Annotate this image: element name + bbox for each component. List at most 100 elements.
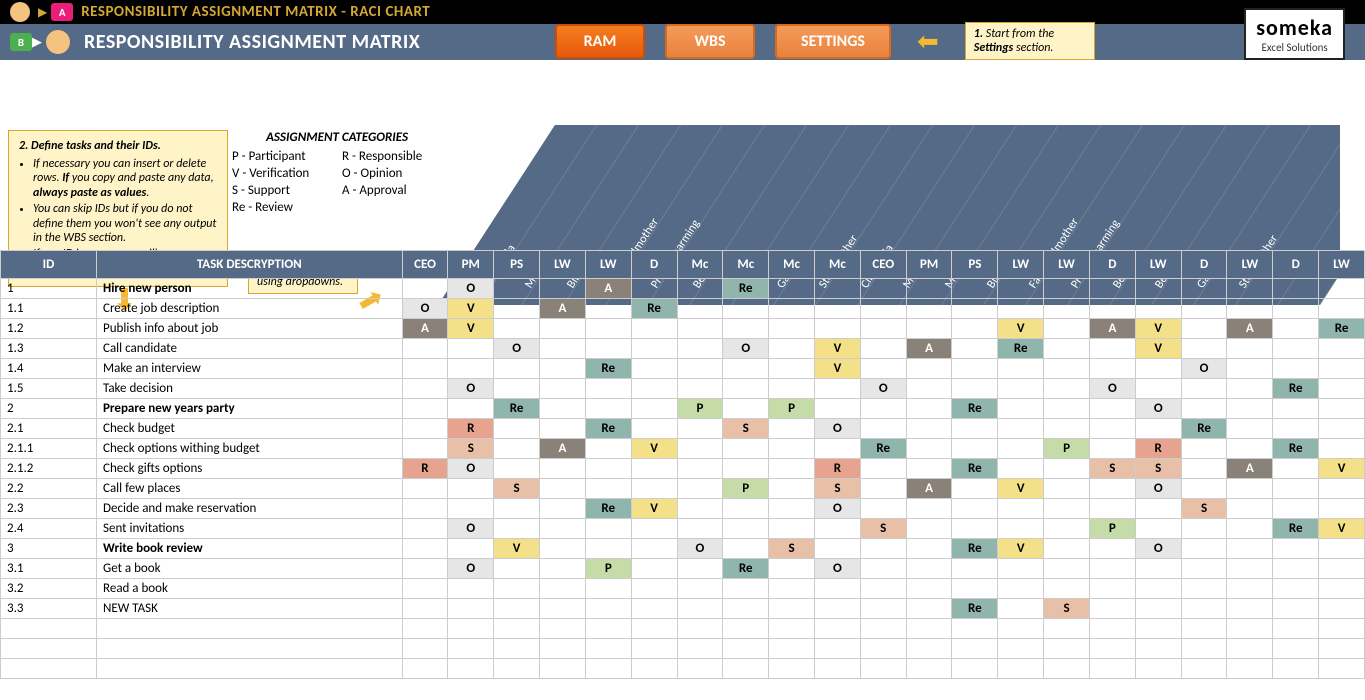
assignment-cell[interactable]: A	[540, 439, 586, 459]
assignment-cell[interactable]	[952, 519, 998, 539]
assignment-cell[interactable]: O	[402, 299, 448, 319]
assignment-cell[interactable]	[1089, 279, 1135, 299]
assignment-cell[interactable]	[631, 419, 677, 439]
assignment-cell[interactable]: Re	[1273, 439, 1319, 459]
assignment-cell[interactable]: O	[815, 419, 861, 439]
assignment-cell[interactable]	[677, 379, 723, 399]
assignment-cell[interactable]	[1273, 499, 1319, 519]
assignment-cell[interactable]	[677, 619, 723, 639]
id-cell[interactable]: 1	[1, 279, 97, 299]
assignment-cell[interactable]: S	[1135, 459, 1181, 479]
assignment-cell[interactable]: Re	[998, 339, 1044, 359]
assignment-cell[interactable]	[402, 439, 448, 459]
assignment-cell[interactable]	[631, 339, 677, 359]
assignment-cell[interactable]	[723, 299, 769, 319]
assignment-cell[interactable]	[1044, 299, 1090, 319]
assignment-cell[interactable]	[1273, 579, 1319, 599]
assignment-cell[interactable]	[540, 499, 586, 519]
assignment-cell[interactable]	[1089, 359, 1135, 379]
assignment-cell[interactable]	[631, 379, 677, 399]
assignment-cell[interactable]	[1181, 279, 1227, 299]
assignment-cell[interactable]	[1273, 299, 1319, 319]
assignment-cell[interactable]	[448, 499, 494, 519]
assignment-cell[interactable]: Re	[860, 439, 906, 459]
assignment-cell[interactable]	[860, 659, 906, 679]
assignment-cell[interactable]	[494, 439, 540, 459]
assignment-cell[interactable]	[1273, 359, 1319, 379]
assignment-cell[interactable]	[1227, 439, 1273, 459]
wbs-button[interactable]: WBS	[665, 24, 755, 59]
assignment-cell[interactable]	[1044, 639, 1090, 659]
assignment-cell[interactable]	[1044, 279, 1090, 299]
assignment-cell[interactable]	[769, 519, 815, 539]
assignment-cell[interactable]	[998, 439, 1044, 459]
assignment-cell[interactable]: O	[1135, 399, 1181, 419]
assignment-cell[interactable]	[1181, 399, 1227, 419]
assignment-cell[interactable]	[1319, 339, 1365, 359]
assignment-cell[interactable]	[1227, 619, 1273, 639]
assignment-cell[interactable]	[1135, 299, 1181, 319]
assignment-cell[interactable]	[769, 419, 815, 439]
assignment-cell[interactable]	[769, 619, 815, 639]
id-cell[interactable]: 3	[1, 539, 97, 559]
assignment-cell[interactable]	[952, 439, 998, 459]
assignment-cell[interactable]	[631, 599, 677, 619]
assignment-cell[interactable]	[998, 559, 1044, 579]
assignment-cell[interactable]	[631, 319, 677, 339]
assignment-cell[interactable]	[906, 499, 952, 519]
assignment-cell[interactable]	[998, 599, 1044, 619]
assignment-cell[interactable]	[402, 359, 448, 379]
id-cell[interactable]: 1.3	[1, 339, 97, 359]
assignment-cell[interactable]: O	[723, 339, 769, 359]
assignment-cell[interactable]	[631, 659, 677, 679]
assignment-cell[interactable]	[906, 599, 952, 619]
assignment-cell[interactable]	[631, 559, 677, 579]
assignment-cell[interactable]	[448, 359, 494, 379]
assignment-cell[interactable]	[402, 659, 448, 679]
task-cell[interactable]: Write book review	[97, 539, 403, 559]
assignment-cell[interactable]	[494, 579, 540, 599]
assignment-cell[interactable]	[952, 659, 998, 679]
assignment-cell[interactable]	[1089, 419, 1135, 439]
assignment-cell[interactable]	[723, 319, 769, 339]
assignment-cell[interactable]	[1273, 659, 1319, 679]
assignment-cell[interactable]	[1319, 599, 1365, 619]
assignment-cell[interactable]	[402, 519, 448, 539]
assignment-cell[interactable]	[494, 379, 540, 399]
assignment-cell[interactable]	[1135, 599, 1181, 619]
assignment-cell[interactable]	[631, 459, 677, 479]
assignment-cell[interactable]	[1227, 279, 1273, 299]
assignment-cell[interactable]: A	[1089, 319, 1135, 339]
assignment-cell[interactable]	[1319, 439, 1365, 459]
assignment-cell[interactable]	[769, 639, 815, 659]
assignment-cell[interactable]	[677, 639, 723, 659]
assignment-cell[interactable]	[540, 339, 586, 359]
assignment-cell[interactable]	[906, 299, 952, 319]
assignment-cell[interactable]	[1181, 459, 1227, 479]
assignment-cell[interactable]	[1227, 599, 1273, 619]
assignment-cell[interactable]: Re	[952, 599, 998, 619]
assignment-cell[interactable]: Re	[494, 399, 540, 419]
assignment-cell[interactable]: O	[1089, 379, 1135, 399]
assignment-cell[interactable]	[952, 379, 998, 399]
assignment-cell[interactable]: O	[815, 499, 861, 519]
id-cell[interactable]: 2	[1, 399, 97, 419]
assignment-cell[interactable]	[1089, 539, 1135, 559]
assignment-cell[interactable]	[723, 579, 769, 599]
task-cell[interactable]: Call few places	[97, 479, 403, 499]
assignment-cell[interactable]	[1044, 379, 1090, 399]
task-cell[interactable]	[97, 659, 403, 679]
task-cell[interactable]: Sent invitations	[97, 519, 403, 539]
assignment-cell[interactable]	[1135, 619, 1181, 639]
assignment-cell[interactable]: R	[448, 419, 494, 439]
assignment-cell[interactable]	[906, 439, 952, 459]
assignment-cell[interactable]	[723, 659, 769, 679]
assignment-cell[interactable]	[540, 399, 586, 419]
assignment-cell[interactable]	[998, 419, 1044, 439]
assignment-cell[interactable]: V	[998, 319, 1044, 339]
assignment-cell[interactable]: V	[815, 359, 861, 379]
assignment-cell[interactable]: Re	[631, 299, 677, 319]
assignment-cell[interactable]: P	[585, 559, 631, 579]
assignment-cell[interactable]	[815, 619, 861, 639]
assignment-cell[interactable]: S	[494, 479, 540, 499]
